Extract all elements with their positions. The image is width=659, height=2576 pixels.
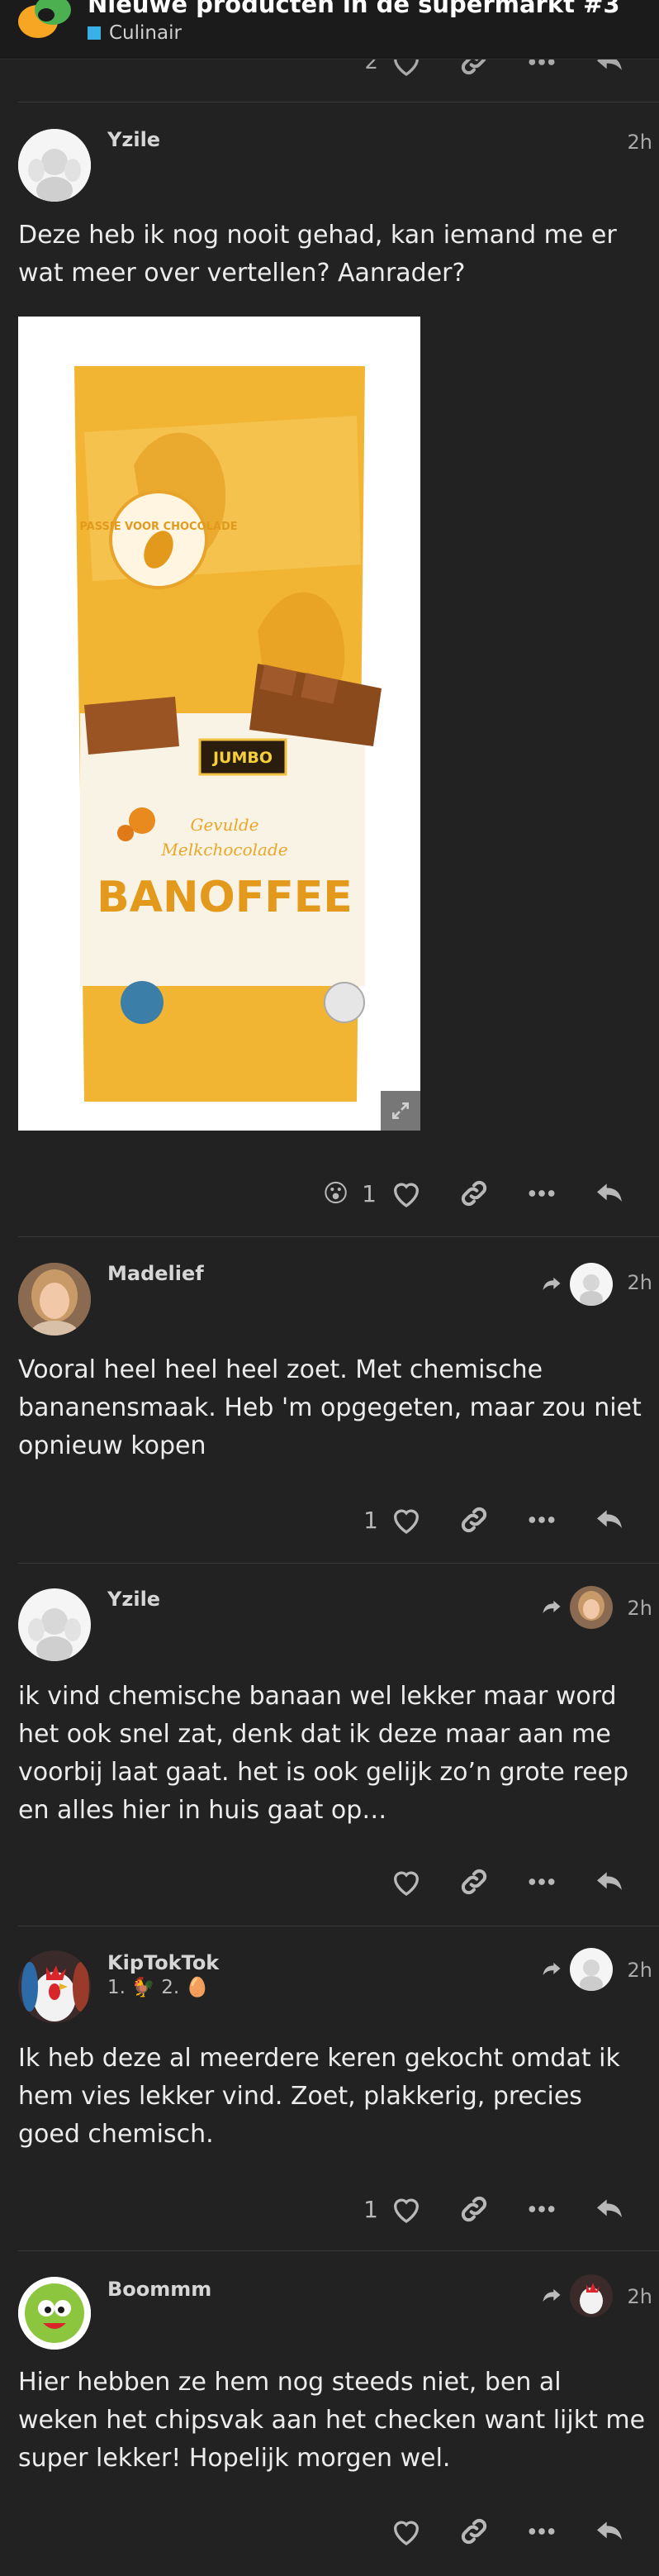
like-count: 1 [363,2195,378,2223]
reply-icon[interactable] [593,1503,626,1536]
reply-to-indicator[interactable] [540,1586,613,1629]
topic-header: Nieuwe producten in de supermarkt #3 Cul… [0,0,659,60]
post-divider [18,1563,659,1564]
avatar[interactable] [18,1588,91,1661]
share-arrow-icon [540,1273,563,1296]
reply-to-indicator[interactable] [540,2274,613,2317]
username[interactable]: Yzile [107,1588,160,1611]
heart-icon[interactable] [390,1503,423,1536]
reply-to-indicator[interactable] [540,1948,613,1991]
avatar[interactable] [18,2277,91,2350]
category-label: Culinair [109,22,182,44]
heart-icon[interactable] [390,2193,423,2226]
reply-icon[interactable] [593,1177,626,1210]
link-icon[interactable] [458,1865,491,1898]
post-actions: 1 [363,1501,626,1539]
cherub-avatar-icon [18,129,91,202]
reply-icon[interactable] [593,1865,626,1898]
more-icon[interactable] [525,1177,558,1210]
reaction-group[interactable]: 😮 1 [323,1177,423,1210]
post-time[interactable]: 2h [628,131,652,154]
heart-icon[interactable] [390,1865,423,1898]
avatar[interactable] [18,1950,91,2023]
forum-logo-icon[interactable] [15,0,78,43]
post-text: Vooral heel heel heel zoet. Met chemisch… [18,1355,642,1460]
brand-text: JUMBO [211,749,273,767]
more-icon[interactable] [525,2515,558,2548]
reply-to-avatar [570,1263,613,1306]
post-actions: 1 [363,2190,626,2228]
username[interactable]: Madelief [107,1262,204,1285]
like-group: 1 [363,1503,423,1536]
girl-avatar-icon [18,1263,91,1336]
post-time[interactable]: 2h [628,2285,652,2308]
post-divider [18,1236,659,1237]
reply-to-indicator[interactable] [540,1263,613,1306]
link-icon[interactable] [458,2193,491,2226]
share-arrow-icon [540,1958,563,1981]
link-icon[interactable] [458,1503,491,1536]
share-arrow-icon [540,2284,563,2307]
avatar[interactable] [18,1263,91,1336]
cherub-avatar-icon [18,1588,91,1661]
avatar[interactable] [18,129,91,202]
category-color-square [88,26,101,40]
link-icon[interactable] [458,2515,491,2548]
heart-icon[interactable] [390,2515,423,2548]
category-badge[interactable]: Culinair [88,22,182,44]
post-text: ik vind chemische banaan wel lekker maar… [18,1682,629,1825]
username[interactable]: KipTokTok [107,1951,219,1974]
rooster-avatar-icon [18,1950,91,2023]
post-text: Hier hebben ze hem nog steeds niet, ben … [18,2368,646,2473]
like-group: 1 [363,2193,423,2226]
post-time[interactable]: 2h [628,1271,652,1294]
banoffee-wrapper-image: PASSIE VOOR CHOCOLADE JUMBO Gevulde Melk… [18,317,420,1131]
like-group [378,2515,423,2548]
heart-icon[interactable] [390,1177,423,1210]
more-icon[interactable] [525,2193,558,2226]
subtitle-line1: Gevulde [190,815,258,835]
topic-title[interactable]: Nieuwe producten in de supermarkt #3 [88,0,620,18]
product-name-text: BANOFFEE [97,873,353,922]
post-actions [378,2512,626,2550]
link-icon[interactable] [458,1177,491,1210]
username[interactable]: Boommm [107,2278,211,2301]
reply-to-avatar [570,2274,613,2317]
post-actions [378,1863,626,1901]
reply-icon[interactable] [593,2193,626,2226]
reply-to-avatar [570,1948,613,1991]
share-arrow-icon [540,1596,563,1619]
post-time[interactable]: 2h [628,1959,652,1982]
username[interactable]: Yzile [107,128,160,151]
post-divider [18,2250,659,2251]
reply-to-avatar [570,1586,613,1629]
like-count: 1 [363,1506,378,1534]
like-group [378,1865,423,1898]
reaction-emoji: 😮 [322,1178,349,1208]
post-actions: 😮 1 [323,1174,626,1212]
expand-image-button[interactable] [381,1091,420,1131]
expand-icon [392,1102,409,1119]
more-icon[interactable] [525,1865,558,1898]
product-image[interactable]: PASSIE VOOR CHOCOLADE JUMBO Gevulde Melk… [18,317,420,1131]
cartoon-avatar-icon [18,2277,91,2350]
reaction-count: 1 [362,1179,377,1207]
post-text: Ik heb deze al meerdere keren gekocht om… [18,2044,620,2149]
subtitle-line2: Melkchocolade [160,840,287,859]
more-icon[interactable] [525,1503,558,1536]
seal-text: PASSIE VOOR CHOCOLADE [79,521,237,533]
reply-icon[interactable] [593,2515,626,2548]
post-text: Deze heb ik nog nooit gehad, kan iemand … [18,221,617,288]
user-flair: 1. 🐓 2. 🥚 [107,1977,210,1998]
post-time[interactable]: 2h [628,1597,652,1620]
